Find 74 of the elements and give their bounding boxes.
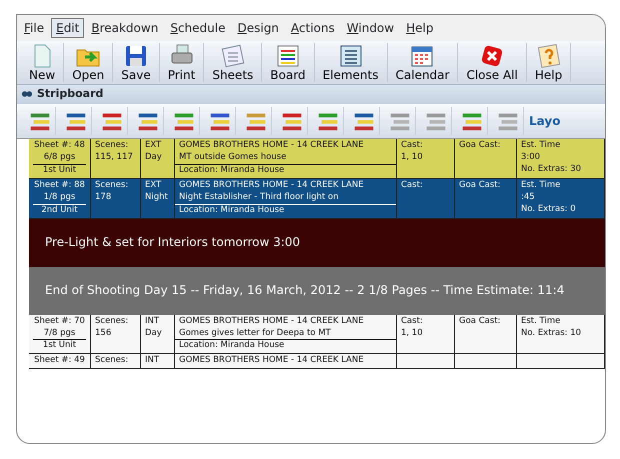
sheet-number: Sheet #: 49 [33,355,86,368]
scenes-label: Scenes: [95,355,130,368]
time-estimate: :45 [521,192,536,204]
scene-numbers: 115, 117 [95,152,134,164]
scenes-label: Scenes: [95,140,130,152]
extras-count: No. Extras: 10 [521,328,582,340]
scenes-label: Scenes: [95,180,130,192]
time-label: Est. Time [521,180,562,192]
unit-label: 1st Unit [33,339,86,352]
int-ext-label: INT [145,355,160,368]
day-night-label: Day [145,328,163,340]
page-count: 1/8 pgs [42,192,76,204]
toolbar-button[interactable]: Close All [458,43,527,82]
menu-item[interactable]: Window [342,18,400,38]
cast-numbers: 1, 10 [401,328,424,340]
time-label: Est. Time [521,140,562,152]
menu-item[interactable]: Design [232,18,284,38]
scenes-label: Scenes: [95,316,130,328]
cast-numbers: 1, 10 [401,152,424,164]
toolbar-button[interactable]: Elements [314,43,388,82]
scene-numbers: 178 [95,192,112,204]
toolbar-button[interactable]: Open [64,43,114,82]
location-label: Location: Miranda House [175,164,396,177]
toolbar-button[interactable]: Calendar [388,43,458,82]
set-name: GOMES BROTHERS HOME - 14 CREEK LANE [178,180,365,192]
page-count: 6/8 pgs [42,152,76,164]
day-night-label: Day [145,152,163,164]
toolbar-button[interactable]: Sheets [204,43,262,82]
toolbar-button[interactable]: New [21,43,64,82]
sheet-number: Sheet #: 48 [33,140,86,152]
cast-label: Cast: [401,316,424,328]
scene-description: Night Establisher - Third floor light on [178,192,340,204]
day-night-label: Night [145,192,169,204]
scene-description: MT outside Gomes house [178,152,288,164]
extras-count: No. Extras: 30 [521,164,582,176]
location-label: Location: Miranda House [175,339,396,352]
toolbar-button[interactable]: Print [160,43,204,82]
banner-strip: Pre-Light & set for Interiors tomorrow 3:00 [29,218,605,267]
location-label: Location: Miranda House [175,204,396,217]
cast-label: Cast: [401,140,424,152]
int-ext-label: EXT [145,180,162,192]
toolbar-button[interactable]: Board [262,43,315,82]
time-label: Est. Time [521,316,562,328]
menu-item[interactable]: Breakdown [86,18,164,38]
int-ext-label: INT [145,316,160,328]
unit-label: 2nd Unit [33,204,86,217]
banner-strip: End of Shooting Day 15 -- Friday, 16 March, 2012 -- 2 1/8 Pages -- Time Estimate: 11:4 [29,266,605,315]
scene-numbers: 156 [95,328,112,340]
toolbar-button[interactable]: Save [113,43,160,82]
panel-title: Stripboard [37,86,104,102]
page-count: 7/8 pgs [42,328,76,340]
time-estimate: 3:00 [521,152,542,164]
set-name: GOMES BROTHERS HOME - 14 CREEK LANE [178,140,365,152]
menu-item[interactable]: Actions [286,18,340,38]
set-name: GOMES BROTHERS HOME - 14 CREEK LANE [178,355,365,368]
menu-item[interactable]: File [19,18,50,38]
int-ext-label: EXT [145,140,162,152]
sheet-number: Sheet #: 70 [33,316,86,328]
board-icon [274,43,301,69]
menu-item[interactable]: Help [401,18,438,38]
list-icon [338,43,364,69]
unit-label: 1st Unit [33,164,86,177]
extras-count: No. Extras: 0 [521,204,577,216]
goa-cast-label: Goa Cast: [459,180,502,192]
toolbar-button[interactable]: Help [526,43,572,82]
sheet-number: Sheet #: 88 [33,180,86,192]
menu-item[interactable]: Edit [51,18,84,38]
set-name: GOMES BROTHERS HOME - 14 CREEK LANE [178,316,365,328]
goa-cast-label: Goa Cast: [459,140,502,152]
layout-label[interactable]: Layo [529,112,560,130]
scene-description: Gomes gives letter for Deepa to MT [178,328,332,340]
goa-cast-label: Goa Cast: [459,316,502,328]
menu-item[interactable]: Schedule [165,18,230,38]
cast-label: Cast: [401,180,424,192]
